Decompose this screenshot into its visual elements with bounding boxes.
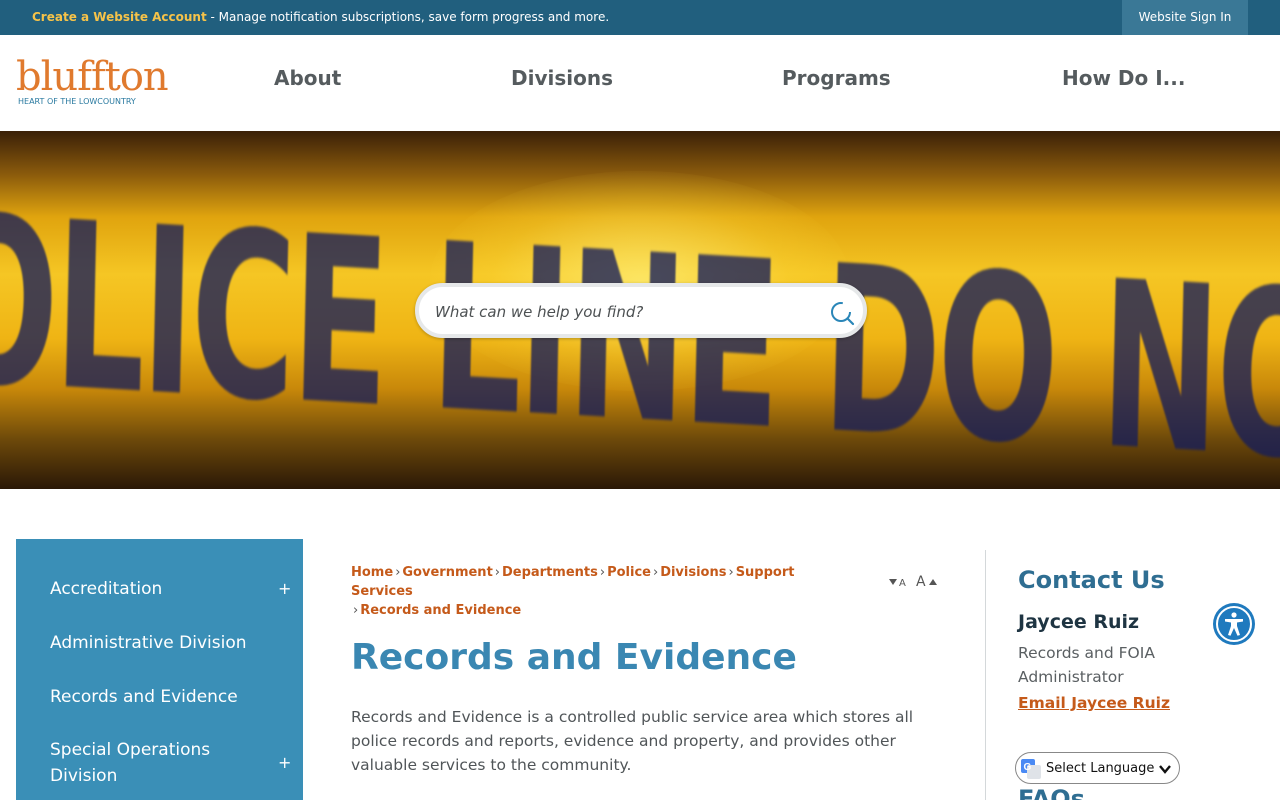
- increase-arrow-icon: [929, 579, 937, 585]
- top-notification-bar: Create a Website Account - Manage notifi…: [0, 0, 1280, 35]
- nav-about[interactable]: About: [274, 66, 341, 90]
- logo-tagline: HEART OF THE LOWCOUNTRY: [18, 97, 136, 106]
- breadcrumb-separator: ›: [353, 603, 359, 618]
- breadcrumb-divisions[interactable]: Divisions: [660, 565, 726, 580]
- sidebar-item-administrative-division[interactable]: Administrative Division: [50, 630, 247, 656]
- bluffton-logo[interactable]: bluffton HEART OF THE LOWCOUNTRY: [16, 53, 176, 113]
- accessibility-icon: [1216, 606, 1252, 642]
- nav-programs[interactable]: Programs: [782, 66, 891, 90]
- contact-email-link[interactable]: Email Jaycee Ruiz: [1018, 694, 1170, 712]
- contact-role: Records and FOIA Administrator: [1018, 644, 1155, 686]
- chevron-down-icon: [1159, 765, 1171, 774]
- account-description: - Manage notification subscriptions, sav…: [206, 10, 610, 24]
- svg-text:G: G: [1024, 762, 1032, 773]
- breadcrumb-separator: ›: [494, 565, 500, 580]
- select-language-dropdown[interactable]: G Select Language: [1015, 752, 1180, 784]
- section-side-nav: Accreditation + Administrative Division …: [16, 539, 303, 800]
- website-sign-in-button[interactable]: Website Sign In: [1122, 0, 1248, 35]
- search-icon[interactable]: [829, 300, 855, 326]
- page-intro: Records and Evidence is a controlled pub…: [351, 708, 914, 774]
- breadcrumb-police[interactable]: Police: [607, 565, 651, 580]
- account-message: Create a Website Account - Manage notifi…: [32, 10, 609, 24]
- site-header: bluffton HEART OF THE LOWCOUNTRY About D…: [0, 35, 1280, 131]
- nav-divisions[interactable]: Divisions: [511, 66, 613, 90]
- search-input[interactable]: [435, 299, 815, 325]
- breadcrumb-current: Records and Evidence: [360, 603, 522, 618]
- expand-accreditation-icon[interactable]: +: [278, 579, 291, 599]
- sidebar-item-accreditation[interactable]: Accreditation: [50, 576, 162, 602]
- breadcrumb: Home › Government › Departments › Police › Divis…: [351, 563, 851, 620]
- sidebar-item-special-operations[interactable]: Special Operations Division: [50, 737, 250, 789]
- breadcrumb-separator: ›: [395, 565, 401, 580]
- contact-us-heading: Contact Us: [1018, 566, 1165, 594]
- site-search: [415, 283, 867, 338]
- faqs-heading: FAQs: [1018, 785, 1085, 800]
- text-resize-controls: A A: [889, 574, 941, 594]
- column-divider: [985, 550, 986, 800]
- select-language-label: Select Language: [1046, 761, 1155, 776]
- nav-how-do-i[interactable]: How Do I...: [1062, 66, 1185, 90]
- contact-name: Jaycee Ruiz: [1018, 611, 1140, 633]
- sidebar-item-records-and-evidence[interactable]: Records and Evidence: [50, 684, 238, 710]
- decrease-text-button[interactable]: A: [899, 578, 906, 589]
- increase-text-button[interactable]: A: [916, 574, 926, 590]
- breadcrumb-home[interactable]: Home: [351, 565, 393, 580]
- breadcrumb-departments[interactable]: Departments: [502, 565, 598, 580]
- page-title: Records and Evidence: [351, 637, 797, 678]
- logo-wordmark: bluffton: [16, 54, 169, 100]
- decrease-arrow-icon: [889, 579, 897, 585]
- breadcrumb-separator: ›: [599, 565, 606, 580]
- breadcrumb-government[interactable]: Government: [402, 565, 492, 580]
- expand-special-operations-icon[interactable]: +: [278, 753, 291, 773]
- accessibility-button[interactable]: [1213, 603, 1255, 645]
- breadcrumb-separator: ›: [652, 565, 659, 580]
- google-translate-icon: G: [1021, 759, 1041, 779]
- create-account-link[interactable]: Create a Website Account: [32, 10, 207, 24]
- breadcrumb-separator: ›: [728, 565, 734, 580]
